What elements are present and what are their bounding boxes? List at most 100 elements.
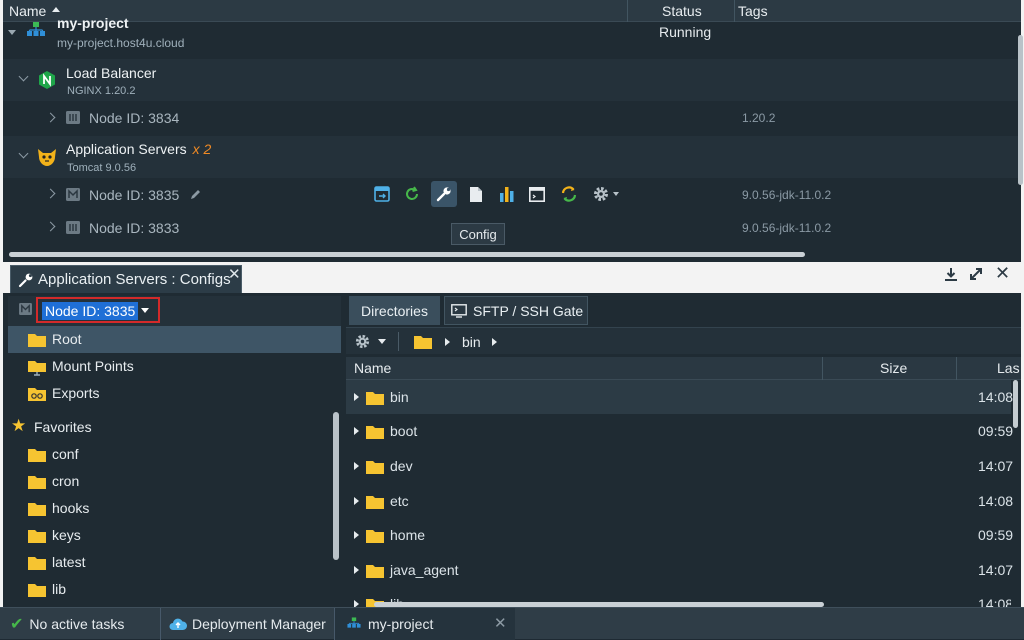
config-icon xyxy=(436,187,451,202)
node-row-3834[interactable]: Node ID: 3834 1.20.2 xyxy=(3,101,1019,136)
config-button[interactable] xyxy=(431,181,457,207)
restart-icon xyxy=(406,186,418,200)
tasks-status[interactable]: ✔ No active tasks xyxy=(10,608,124,640)
expand-icon[interactable] xyxy=(354,393,359,401)
tab-sftp-ssh-gate[interactable]: SFTP / SSH Gate xyxy=(444,296,588,325)
redeploy-button[interactable] xyxy=(369,181,395,207)
collapse-caret-icon[interactable] xyxy=(8,30,16,35)
load-balancer-row[interactable]: Load Balancer NGINX 1.20.2 xyxy=(3,59,1019,101)
tree-item-exports[interactable]: Exports xyxy=(8,380,341,407)
statistics-icon xyxy=(500,187,514,202)
file-time: 14:08 xyxy=(978,493,1014,509)
env-table-header: Name Status Tags xyxy=(3,0,1021,22)
file-row[interactable]: boot 09:59 xyxy=(346,414,1014,448)
close-tab-icon[interactable]: ✕ xyxy=(494,614,507,632)
favorite-item[interactable]: latest xyxy=(8,549,341,576)
check-icon: ✔ xyxy=(10,616,24,633)
expand-icon[interactable] xyxy=(354,566,359,574)
env-horizontal-scrollbar[interactable] xyxy=(9,252,805,257)
file-name: etc xyxy=(390,493,409,509)
config-tree-pane: Node ID: 3835 Root Mount Points Exports … xyxy=(8,296,341,607)
project-domain[interactable]: my-project.host4u.cloud xyxy=(57,36,184,50)
node-row-3833[interactable]: Node ID: 3833 9.0.56-jdk-11.0.2 xyxy=(3,211,1019,247)
folder-icon xyxy=(28,582,46,597)
node-select-value: Node ID: 3835 xyxy=(42,302,139,320)
last-modified-column-header[interactable]: Las xyxy=(997,360,1020,376)
file-list-vertical-scrollbar[interactable] xyxy=(1013,380,1018,428)
favorites-header[interactable]: ★ Favorites xyxy=(8,414,341,441)
tree-item-root[interactable]: Root xyxy=(8,326,341,353)
collapse-chevron-icon[interactable] xyxy=(18,71,29,82)
file-row[interactable]: dev 14:07 xyxy=(346,449,1014,483)
expand-icon[interactable] xyxy=(354,427,359,435)
expand-panel-icon[interactable] xyxy=(969,267,983,281)
deployment-manager-button[interactable]: Deployment Manager xyxy=(169,608,326,640)
restart-button[interactable] xyxy=(399,181,425,207)
more-settings-button[interactable] xyxy=(589,181,621,207)
node-id-label[interactable]: Node ID: 3835 xyxy=(89,187,179,203)
close-panel-icon[interactable]: ✕ xyxy=(995,263,1010,284)
expand-icon[interactable] xyxy=(354,462,359,470)
file-row[interactable]: etc 14:08 xyxy=(346,484,1014,518)
log-button[interactable] xyxy=(463,181,489,207)
tab-directories[interactable]: Directories xyxy=(349,296,440,325)
expand-icon[interactable] xyxy=(354,600,359,607)
tab-configs[interactable]: Application Servers : Configs ✕ xyxy=(10,265,242,293)
folder-icon xyxy=(366,563,384,578)
status-column-header[interactable]: Status xyxy=(662,3,702,19)
file-row[interactable]: java_agent 14:07 xyxy=(346,553,1013,587)
favorite-item[interactable]: conf xyxy=(8,441,341,468)
expand-icon[interactable] xyxy=(354,497,359,505)
nginx-icon xyxy=(38,71,56,89)
folder-icon xyxy=(366,494,384,509)
expand-icon[interactable] xyxy=(354,531,359,539)
file-time: 14:07 xyxy=(978,458,1014,474)
exports-folder-icon xyxy=(28,386,46,401)
project-name[interactable]: my-project xyxy=(57,15,129,31)
name-column-header[interactable]: Name xyxy=(9,3,46,19)
refresh-button[interactable] xyxy=(556,181,582,207)
edit-pencil-icon[interactable] xyxy=(189,189,201,201)
file-browser-toolbar: bin xyxy=(346,327,1021,354)
tree-item-mount-points[interactable]: Mount Points xyxy=(8,353,341,380)
favorite-item[interactable]: cron xyxy=(8,468,341,495)
project-row[interactable]: my-project my-project.host4u.cloud Runni… xyxy=(3,15,1019,59)
node-tag: 9.0.56-jdk-11.0.2 xyxy=(742,188,832,202)
favorite-item[interactable]: keys xyxy=(8,522,341,549)
download-icon[interactable] xyxy=(944,267,958,281)
web-ssh-button[interactable] xyxy=(524,181,550,207)
dropdown-caret-icon[interactable] xyxy=(378,339,386,344)
close-tab-icon[interactable]: ✕ xyxy=(228,265,241,283)
file-row[interactable]: bin 14:08 xyxy=(346,380,1013,414)
tree-item-label: Mount Points xyxy=(52,358,134,374)
folder-icon xyxy=(366,390,384,405)
node-id-label[interactable]: Node ID: 3834 xyxy=(89,110,179,126)
file-time: 09:59 xyxy=(978,423,1014,439)
application-servers-row[interactable]: Application Servers x 2 Tomcat 9.0.56 xyxy=(3,136,1019,178)
file-row[interactable]: home 09:59 xyxy=(346,518,1014,552)
expand-chevron-icon[interactable] xyxy=(45,221,56,232)
favorite-item[interactable]: lib xyxy=(8,576,341,603)
folder-icon xyxy=(366,424,384,439)
project-status: Running xyxy=(659,24,712,40)
settings-icon[interactable] xyxy=(354,333,371,350)
tree-vertical-scrollbar[interactable] xyxy=(333,412,339,560)
size-column-header[interactable]: Size xyxy=(880,360,907,376)
file-time: 09:59 xyxy=(978,527,1014,543)
favorite-item[interactable]: hooks xyxy=(8,495,341,522)
expand-chevron-icon[interactable] xyxy=(45,112,56,123)
tags-column-header[interactable]: Tags xyxy=(738,3,768,19)
env-vertical-scrollbar[interactable] xyxy=(1018,35,1023,185)
tomcat-icon xyxy=(36,146,58,168)
favorites-label: Favorites xyxy=(34,419,92,435)
expand-chevron-icon[interactable] xyxy=(45,188,56,199)
tree-item-label: Root xyxy=(52,331,82,347)
path-segment[interactable]: bin xyxy=(462,334,481,350)
node-id-label[interactable]: Node ID: 3833 xyxy=(89,220,179,236)
project-tab-content[interactable]: my-project xyxy=(346,608,433,640)
name-column-header[interactable]: Name xyxy=(354,360,391,376)
collapse-chevron-icon[interactable] xyxy=(18,148,29,159)
folder-icon[interactable] xyxy=(414,334,432,349)
node-select-dropdown[interactable]: Node ID: 3835 xyxy=(36,297,160,323)
statistics-button[interactable] xyxy=(494,181,520,207)
